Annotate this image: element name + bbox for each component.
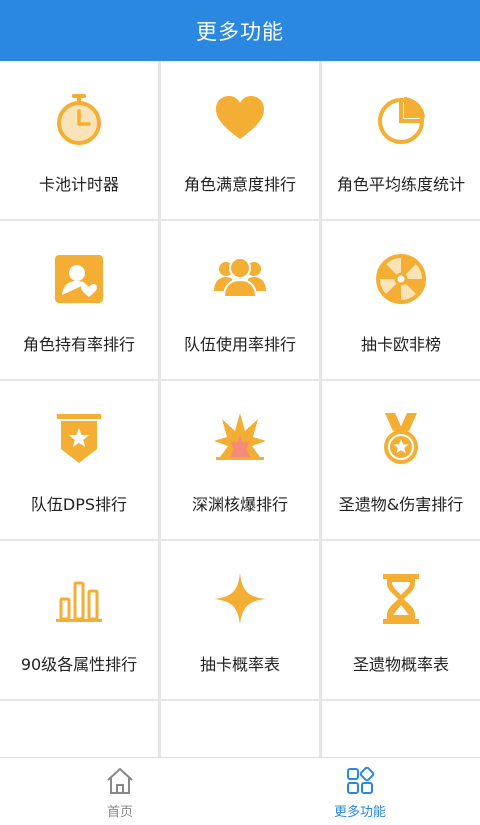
tab-home[interactable]: 首页 — [0, 758, 240, 825]
feature-item-13[interactable] — [0, 701, 158, 757]
pie-chart-icon — [373, 91, 429, 147]
page-title: 更多功能 — [196, 19, 284, 44]
feature-label: 抽卡概率表 — [199, 655, 280, 674]
feature-item-14[interactable] — [161, 701, 319, 757]
feature-gacha-probability[interactable]: 抽卡概率表 — [161, 541, 319, 699]
hourglass-icon — [373, 571, 429, 627]
feature-label: 抽卡欧非榜 — [360, 335, 441, 354]
feature-label: 角色平均练度统计 — [336, 175, 465, 194]
home-icon — [105, 766, 135, 796]
feature-team-usage[interactable]: 队伍使用率排行 — [161, 221, 319, 379]
explosion-icon — [212, 411, 268, 467]
tab-home-label: 首页 — [106, 805, 133, 820]
feature-grid: 卡池计时器 角色满意度排行 角色平均练度统计 角色持有率排行 队伍使用率排行 抽… — [0, 61, 480, 757]
feature-character-ownership[interactable]: 角色持有率排行 — [0, 221, 158, 379]
wheel-icon — [373, 251, 429, 307]
feature-label: 深渊核爆排行 — [191, 495, 288, 514]
header-bar: 更多功能 — [0, 0, 480, 61]
feature-artifact-probability[interactable]: 圣遗物概率表 — [322, 541, 480, 699]
feature-label: 卡池计时器 — [38, 175, 119, 194]
feature-average-build[interactable]: 角色平均练度统计 — [322, 61, 480, 219]
feature-team-dps[interactable]: 队伍DPS排行 — [0, 381, 158, 539]
feature-level90-stats[interactable]: 90级各属性排行 — [0, 541, 158, 699]
user-card-icon — [51, 251, 107, 307]
feature-gacha-luck-board[interactable]: 抽卡欧非榜 — [322, 221, 480, 379]
feature-artifact-damage[interactable]: 圣遗物&伤害排行 — [322, 381, 480, 539]
feature-character-satisfaction[interactable]: 角色满意度排行 — [161, 61, 319, 219]
banner-star-icon — [51, 411, 107, 467]
sparkle-icon — [212, 571, 268, 627]
stopwatch-icon — [51, 91, 107, 147]
book-icon — [51, 731, 107, 757]
feature-abyss-nuke[interactable]: 深渊核爆排行 — [161, 381, 319, 539]
medal-icon — [373, 411, 429, 467]
feature-label: 圣遗物概率表 — [352, 655, 449, 674]
scroll-icon — [212, 731, 268, 757]
feature-label: 圣遗物&伤害排行 — [338, 495, 464, 514]
feature-pool-timer[interactable]: 卡池计时器 — [0, 61, 158, 219]
bar-chart-icon — [51, 571, 107, 627]
feature-label: 角色持有率排行 — [22, 335, 135, 354]
feature-label: 队伍使用率排行 — [183, 335, 296, 354]
feature-label: 角色满意度排行 — [183, 175, 296, 194]
group-icon — [212, 251, 268, 307]
grid-apps-icon — [345, 766, 375, 796]
bottom-tab-bar: 首页 更多功能 — [0, 757, 480, 825]
heart-icon — [212, 91, 268, 147]
feature-label: 90级各属性排行 — [20, 655, 138, 674]
horned-helmet-icon — [373, 731, 429, 757]
tab-more-label: 更多功能 — [333, 805, 386, 820]
feature-label: 队伍DPS排行 — [30, 495, 128, 514]
feature-item-15[interactable] — [322, 701, 480, 757]
tab-more-functions[interactable]: 更多功能 — [240, 758, 480, 825]
